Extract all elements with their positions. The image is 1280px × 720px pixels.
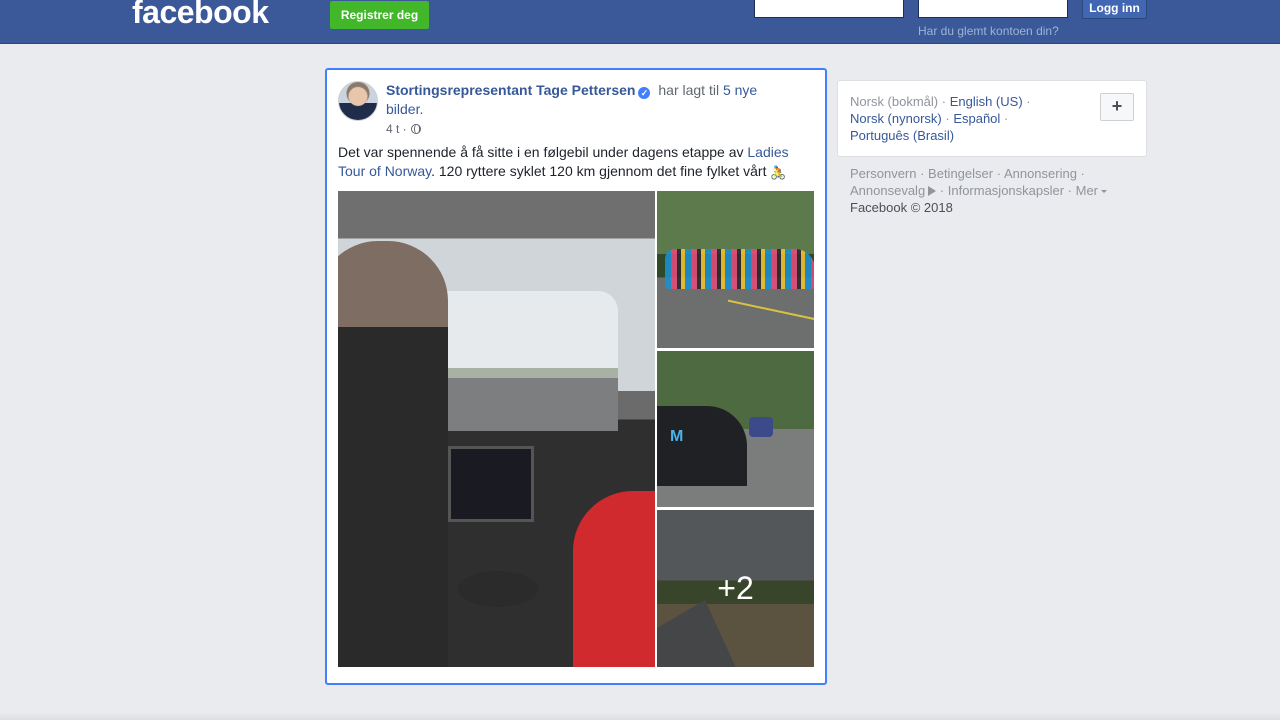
footer-link-more[interactable]: Mer bbox=[1076, 183, 1098, 198]
ad-choices-icon[interactable] bbox=[928, 186, 937, 196]
post-timestamp[interactable]: 4 t · bbox=[386, 122, 407, 136]
photo-team-car[interactable]: M bbox=[657, 351, 814, 507]
bicycle-icon: 🚴 bbox=[770, 165, 787, 180]
globe-icon[interactable] bbox=[410, 124, 421, 134]
team-logo-icon: M bbox=[670, 428, 684, 445]
page-footer: Personvern · Betingelser · Annonsering ·… bbox=[850, 165, 1130, 216]
forgot-account-link[interactable]: Har du glemt kontoen din? bbox=[918, 24, 1059, 38]
photo-car-interior[interactable] bbox=[338, 191, 655, 667]
distant-car bbox=[749, 417, 773, 437]
language-english-us[interactable]: English (US) bbox=[950, 94, 1023, 109]
email-field[interactable] bbox=[754, 0, 904, 18]
login-button[interactable]: Logg inn bbox=[1082, 0, 1147, 19]
more-photos-overlay[interactable]: +2 bbox=[657, 510, 814, 667]
post-card: Stortingsrepresentant Tage Pettersen ✓ ha… bbox=[325, 68, 827, 685]
verified-badge-icon: ✓ bbox=[638, 87, 651, 99]
language-portugues-brasil[interactable]: Português (Brasil) bbox=[850, 128, 954, 143]
post-text-part-2: . 120 ryttere syklet 120 km gjennom det … bbox=[431, 163, 771, 179]
dashboard-screen bbox=[448, 446, 534, 522]
footer-link-privacy[interactable]: Personvern bbox=[850, 166, 916, 181]
footer-link-terms[interactable]: Betingelser bbox=[928, 166, 993, 181]
copyright-text: Facebook © 2018 bbox=[850, 200, 953, 215]
footer-link-cookies[interactable]: Informasjonskapsler bbox=[948, 183, 1064, 198]
language-espanol[interactable]: Español bbox=[953, 111, 1000, 126]
language-norsk-nynorsk[interactable]: Norsk (nynorsk) bbox=[850, 111, 942, 126]
register-button[interactable]: Registrer deg bbox=[330, 1, 429, 29]
footer-link-ad-choices[interactable]: Annonsevalg bbox=[850, 183, 925, 198]
photo-road-more[interactable]: +2 bbox=[657, 510, 814, 667]
password-field[interactable] bbox=[918, 0, 1068, 18]
facebook-logo[interactable]: facebook bbox=[132, 0, 269, 32]
post-meta: 4 t · bbox=[386, 122, 421, 136]
post-header: Stortingsrepresentant Tage Pettersen ✓ ha… bbox=[386, 81, 786, 119]
post-text: Det var spennende å få sitte i en følgeb… bbox=[338, 143, 808, 182]
language-list: Norsk (bokmål) · English (US) · Norsk (n… bbox=[850, 94, 1031, 143]
photo-cyclists-peloton[interactable] bbox=[657, 191, 814, 348]
footer-link-advertising[interactable]: Annonsering bbox=[1004, 166, 1077, 181]
riders-group bbox=[665, 249, 814, 289]
driver-silhouette bbox=[338, 241, 448, 667]
caret-down-icon[interactable] bbox=[1101, 190, 1108, 193]
author-avatar[interactable] bbox=[338, 81, 378, 121]
team-car: M bbox=[657, 406, 747, 486]
add-language-button[interactable]: + bbox=[1100, 93, 1134, 121]
current-language: Norsk (bokmål) bbox=[850, 94, 939, 109]
author-name-link[interactable]: Stortingsrepresentant Tage Pettersen bbox=[386, 82, 635, 98]
road-line bbox=[727, 299, 814, 321]
top-navigation-bar: facebook Registrer deg Logg inn Har du g… bbox=[0, 0, 1280, 44]
post-text-part-1: Det var spennende å få sitte i en følgeb… bbox=[338, 144, 748, 160]
language-selector-box: Norsk (bokmål) · English (US) · Norsk (n… bbox=[837, 80, 1147, 157]
post-action-text: har lagt til bbox=[658, 82, 720, 98]
passenger-jacket bbox=[573, 491, 655, 667]
bottom-strip bbox=[0, 712, 1280, 720]
